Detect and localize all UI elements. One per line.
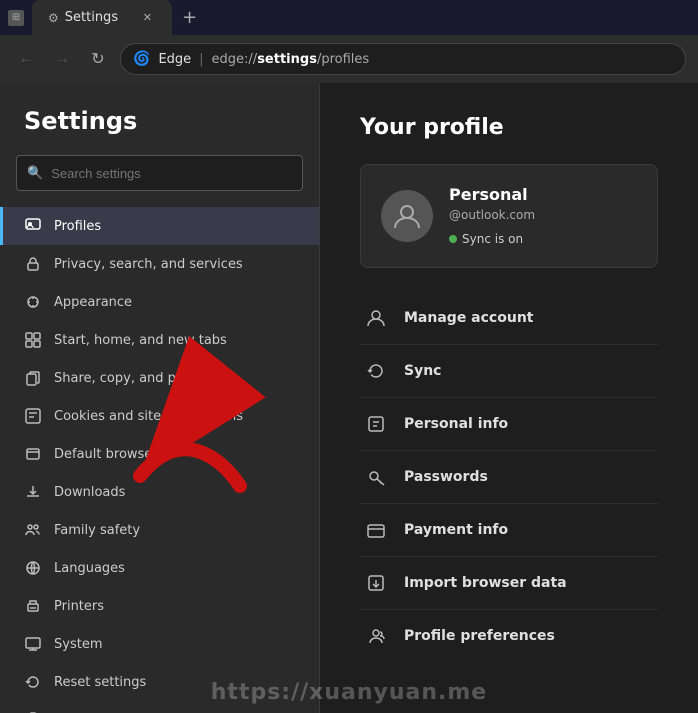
sidebar: Settings 🔍 Profiles Privacy, search, and… [0,83,320,713]
sidebar-item-system-label: System [54,637,102,652]
payment-info-item[interactable]: Payment info [360,504,658,557]
share-copy-icon [24,369,42,387]
panel-title: Your profile [360,115,658,140]
address-prefix: edge:// [212,52,258,67]
sidebar-item-languages[interactable]: Languages [0,549,319,587]
refresh-button[interactable]: ↻ [84,45,112,73]
system-icon [24,635,42,653]
sidebar-item-appearance-label: Appearance [54,295,132,310]
profile-card: Personal @outlook.com Sync is on [360,164,658,268]
search-icon: 🔍 [27,166,43,181]
address-url: edge://settings/profiles [212,52,370,67]
sidebar-item-default-browser[interactable]: Default browser [0,435,319,473]
search-input[interactable] [51,166,292,181]
import-data-item[interactable]: Import browser data [360,557,658,610]
settings-tab-icon: ⚙ [48,11,59,25]
start-home-icon [24,331,42,349]
sidebar-item-reset[interactable]: Reset settings [0,663,319,701]
new-tab-button[interactable]: + [172,7,207,28]
sidebar-item-appearance[interactable]: Appearance [0,283,319,321]
browser-name-label: Edge [158,52,191,67]
sidebar-item-profiles[interactable]: Profiles [0,207,319,245]
address-bar[interactable]: 🌀 Edge | edge://settings/profiles [120,43,686,75]
settings-tab[interactable]: ⚙ Settings ✕ [32,0,172,35]
address-path: settings [257,52,317,67]
manage-account-icon [364,306,388,330]
profile-prefs-item[interactable]: Profile preferences [360,610,658,662]
address-suffix: /profiles [317,52,369,67]
profile-info: Personal @outlook.com Sync is on [449,185,637,247]
sidebar-item-start-home[interactable]: Start, home, and new tabs [0,321,319,359]
printers-icon [24,597,42,615]
sidebar-item-cookies[interactable]: Cookies and site permissions [0,397,319,435]
titlebar: ⊞ ⚙ Settings ✕ + [0,0,698,35]
edge-logo-icon: 🌀 [133,51,150,67]
sidebar-item-reset-label: Reset settings [54,675,146,690]
downloads-icon [24,483,42,501]
sidebar-item-cookies-label: Cookies and site permissions [54,409,243,424]
profile-menu: Manage account Sync Personal info Passwo… [360,292,658,662]
personal-info-icon [364,412,388,436]
passwords-icon [364,465,388,489]
sidebar-item-printers-label: Printers [54,599,104,614]
settings-tab-label: Settings [65,10,118,25]
reset-icon [24,673,42,691]
personal-info-label: Personal info [404,416,508,432]
passwords-item[interactable]: Passwords [360,451,658,504]
import-data-icon [364,571,388,595]
address-separator: | [199,52,203,67]
main-panel: Your profile Personal @outlook.com Sync … [320,83,698,713]
sync-dot [449,235,457,243]
sync-item[interactable]: Sync [360,345,658,398]
tab-bar: ⚙ Settings ✕ + [32,0,207,35]
sidebar-item-share-copy-label: Share, copy, and paste [54,371,204,386]
profile-prefs-label: Profile preferences [404,628,555,644]
sidebar-item-share-copy[interactable]: Share, copy, and paste [0,359,319,397]
profile-avatar [381,190,433,242]
payment-info-label: Payment info [404,522,508,538]
profile-email: @outlook.com [449,208,637,222]
manage-account-label: Manage account [404,310,533,326]
appearance-icon [24,293,42,311]
sidebar-item-downloads-label: Downloads [54,485,125,500]
sidebar-item-default-browser-label: Default browser [54,447,158,462]
sync-icon [364,359,388,383]
sidebar-title: Settings [0,107,319,155]
forward-button[interactable]: → [48,45,76,73]
sidebar-item-privacy[interactable]: Privacy, search, and services [0,245,319,283]
cookies-icon [24,407,42,425]
sidebar-item-family-safety-label: Family safety [54,523,140,538]
default-browser-icon [24,445,42,463]
sidebar-item-profiles-label: Profiles [54,219,101,234]
profile-prefs-icon [364,624,388,648]
sidebar-nav: Profiles Privacy, search, and services A… [0,207,319,713]
sidebar-item-downloads[interactable]: Downloads [0,473,319,511]
import-data-label: Import browser data [404,575,567,591]
search-box[interactable]: 🔍 [16,155,303,191]
sidebar-item-start-home-label: Start, home, and new tabs [54,333,227,348]
navbar: ← → ↻ 🌀 Edge | edge://settings/profiles [0,35,698,83]
family-safety-icon [24,521,42,539]
sidebar-item-languages-label: Languages [54,561,125,576]
sidebar-item-phone[interactable]: Phone and other devices [0,701,319,713]
sync-label: Sync [404,363,441,379]
payment-info-icon [364,518,388,542]
personal-info-item[interactable]: Personal info [360,398,658,451]
manage-account-item[interactable]: Manage account [360,292,658,345]
window-icon: ⊞ [8,10,24,26]
sync-badge: Sync is on [449,232,523,246]
sync-status-label: Sync is on [462,232,523,246]
sidebar-item-privacy-label: Privacy, search, and services [54,257,243,272]
sidebar-item-system[interactable]: System [0,625,319,663]
passwords-label: Passwords [404,469,488,485]
sidebar-item-printers[interactable]: Printers [0,587,319,625]
languages-icon [24,559,42,577]
sidebar-item-family-safety[interactable]: Family safety [0,511,319,549]
profile-name: Personal [449,185,637,204]
tab-close-button[interactable]: ✕ [139,9,156,26]
profiles-icon [24,217,42,235]
privacy-icon [24,255,42,273]
back-button[interactable]: ← [12,45,40,73]
main-content: Settings 🔍 Profiles Privacy, search, and… [0,83,698,713]
